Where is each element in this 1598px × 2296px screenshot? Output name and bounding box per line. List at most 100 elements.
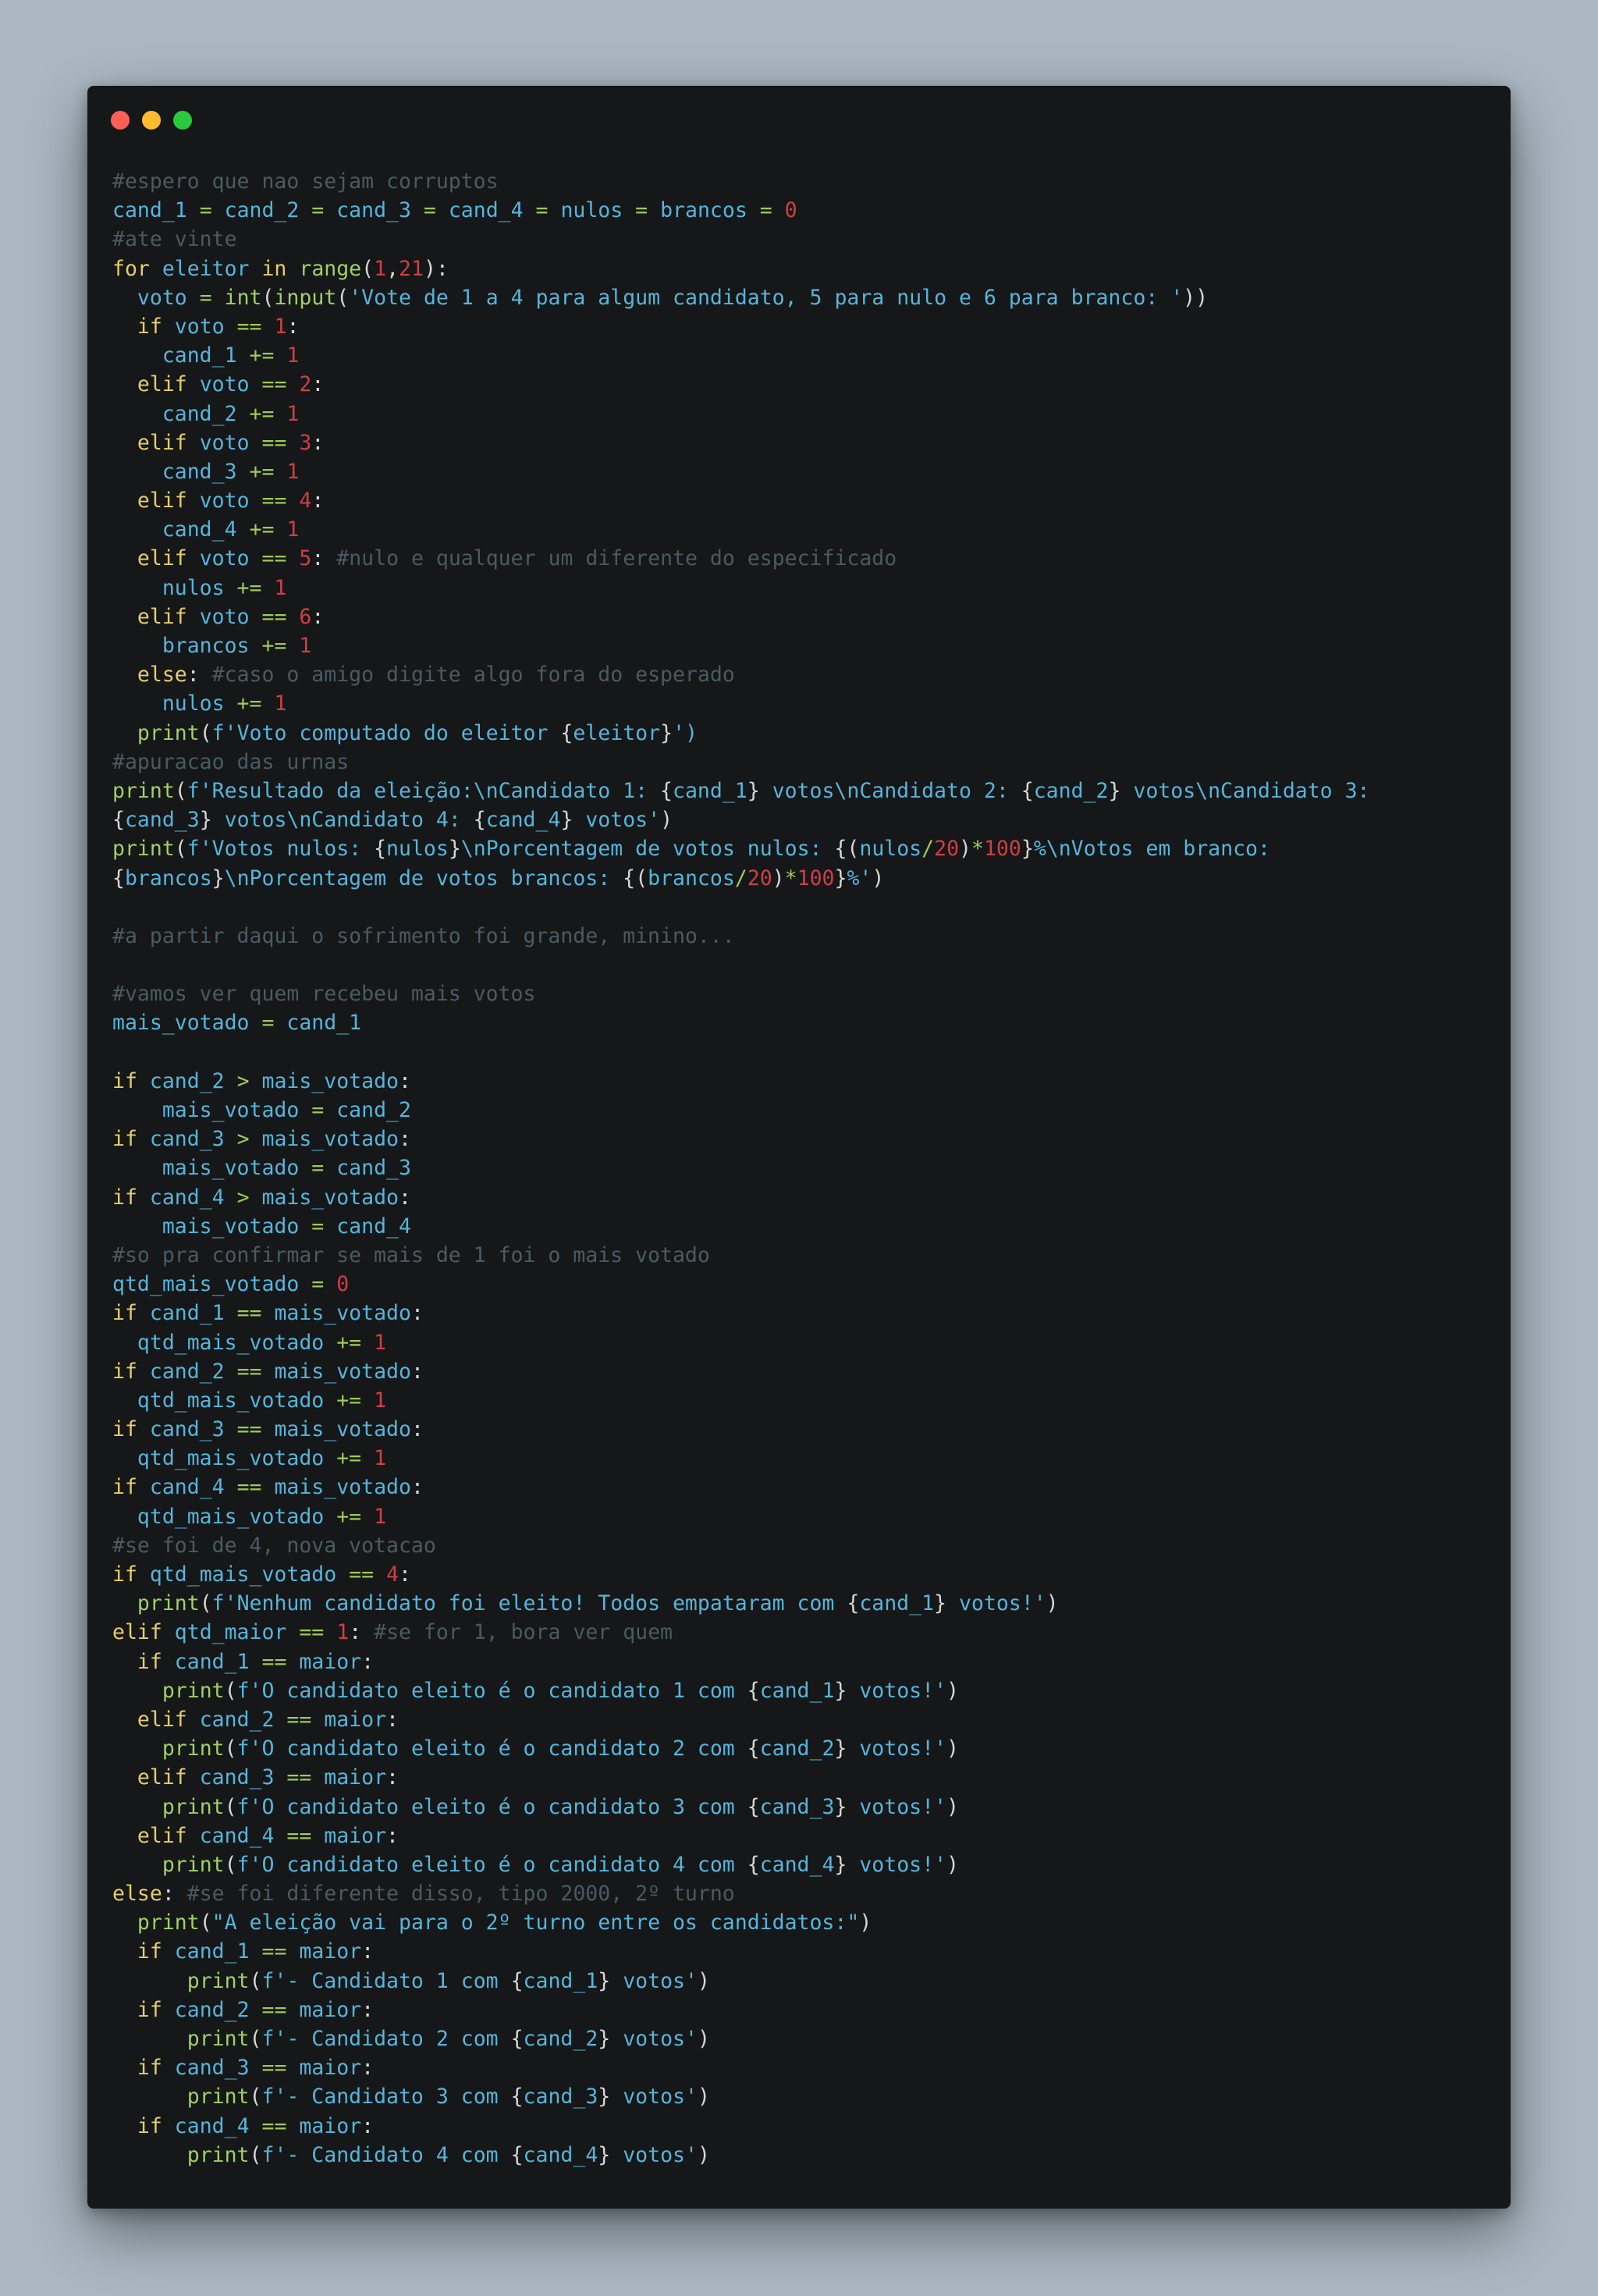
code-token-punctuation: [112, 1591, 137, 1615]
code-token-keyword: for: [112, 256, 150, 281]
code-token-string: votos!': [847, 1852, 947, 1877]
code-token-punctuation: {: [1021, 778, 1034, 803]
code-token-identifier: mais_votado: [249, 1068, 399, 1093]
code-token-punctuation: }: [448, 837, 461, 862]
code-line: cand_3 += 1: [112, 457, 1370, 486]
code-token-operator: *: [784, 865, 797, 890]
code-token-identifier: cand_4: [186, 1823, 287, 1848]
code-token-string: votos\nCandidato 2:: [759, 778, 1021, 803]
code-block: #espero que nao sejam corruptos cand_1 = …: [112, 167, 1370, 2170]
code-token-identifier: cand_1: [162, 1649, 262, 1674]
code-token-punctuation: [112, 1679, 162, 1703]
code-line: elif voto == 2:: [112, 370, 1370, 399]
code-token-identifier: nulos: [112, 575, 237, 600]
code-token-keyword: if: [137, 1997, 162, 2022]
code-token-keyword: elif: [137, 546, 187, 571]
code-token-number: 6: [299, 604, 312, 629]
code-token-punctuation: ): [946, 1678, 959, 1703]
code-token-keyword: if: [112, 1475, 137, 1500]
code-token-punctuation: (: [249, 1968, 262, 1993]
code-line: qtd_mais_votado += 1: [112, 1444, 1370, 1473]
code-token-punctuation: [361, 1331, 374, 1355]
code-token-punctuation: [112, 663, 137, 687]
code-token-punctuation: }: [598, 1968, 611, 1993]
code-line: #ate vinte: [112, 225, 1370, 254]
code-token-punctuation: }: [834, 1852, 847, 1877]
code-token-operator: ==: [261, 604, 287, 629]
zoom-window-button[interactable]: [173, 111, 192, 130]
code-line: print(f'- Candidato 4 com {cand_4} votos…: [112, 2141, 1370, 2170]
code-token-punctuation: }: [1021, 837, 1034, 862]
code-token-operator: ==: [261, 1997, 287, 2022]
code-token-punctuation: [112, 1736, 162, 1761]
code-token-operator: =: [311, 198, 325, 223]
code-token-identifier: cand_3: [137, 1127, 237, 1152]
code-token-string: votos': [610, 2085, 698, 2109]
code-line: print(f'Nenhum candidato foi eleito! Tod…: [112, 1589, 1370, 1618]
code-token-punctuation: (: [199, 1910, 212, 1935]
code-token-punctuation: :: [361, 1997, 375, 2022]
code-token-operator: ==: [236, 1475, 262, 1500]
code-line: if cand_2 == maior:: [112, 1996, 1370, 2024]
code-token-punctuation: ): [772, 865, 785, 890]
code-line: mais_votado = cand_4: [112, 1212, 1370, 1241]
code-token-string: votos': [610, 1968, 698, 1993]
code-token-operator: =: [311, 1272, 325, 1297]
code-token-number: 1: [286, 459, 300, 484]
code-token-keyword: if: [112, 1417, 137, 1442]
code-token-punctuation: :: [386, 1823, 400, 1848]
code-line: if cand_2 == mais_votado:: [112, 1357, 1370, 1386]
code-token-number: 100: [983, 837, 1021, 862]
code-token-number: 1: [374, 1504, 387, 1529]
code-token-number: 5: [299, 546, 312, 571]
code-token-punctuation: [286, 489, 299, 513]
code-token-identifier: cand_2: [137, 1068, 237, 1093]
code-token-punctuation: :: [398, 1127, 411, 1152]
code-token-identifier: mais_votado: [261, 1359, 411, 1384]
code-token-identifier: mais_votado: [112, 1214, 312, 1239]
code-token-function-name: print: [162, 1678, 225, 1703]
close-window-button[interactable]: [111, 111, 130, 130]
code-token-identifier: qtd_mais_votado: [137, 1562, 350, 1587]
code-token-identifier: cand_1: [162, 1939, 262, 1964]
code-line: mais_votado = cand_2: [112, 1096, 1370, 1125]
code-token-identifier: eleitor: [573, 720, 661, 745]
code-token-keyword: if: [137, 2113, 162, 2138]
code-token-identifier: cand_2: [137, 1359, 237, 1384]
code-token-keyword: elif: [137, 1765, 187, 1790]
code-token-number: 0: [336, 1272, 350, 1297]
code-token-keyword: elif: [137, 604, 187, 629]
code-token-operator: >: [236, 1127, 250, 1152]
code-token-punctuation: (: [361, 256, 375, 281]
code-token-identifier: cand_4: [485, 808, 561, 833]
minimize-window-button[interactable]: [142, 111, 161, 130]
code-line: elif voto == 3:: [112, 428, 1370, 457]
code-token-operator: ==: [261, 372, 287, 397]
code-token-punctuation: :: [410, 1417, 424, 1442]
code-token-punctuation: {: [473, 808, 486, 833]
code-token-operator: ==: [261, 546, 287, 571]
code-token-punctuation: :: [361, 1649, 375, 1674]
code-token-punctuation: [324, 1620, 336, 1644]
code-token-string: votos\nCandidato 4:: [211, 808, 474, 833]
code-token-operator: /: [922, 837, 935, 862]
code-token-identifier: cand_1: [112, 198, 200, 223]
code-line: brancos += 1: [112, 631, 1370, 660]
code-token-punctuation: :: [361, 2113, 375, 2138]
code-token-number: 1: [274, 575, 287, 600]
code-token-punctuation: :: [386, 1765, 400, 1790]
code-token-string: votos': [610, 2142, 698, 2167]
code-token-identifier: voto: [112, 285, 200, 310]
code-token-punctuation: [261, 691, 274, 716]
code-line: cand_4 += 1: [112, 515, 1370, 544]
code-token-function-name: range: [299, 256, 362, 281]
code-line: #se foi de 4, nova votacao: [112, 1531, 1370, 1560]
code-token-number: 1: [374, 1446, 387, 1471]
code-token-identifier: cand_2: [162, 1997, 262, 2022]
code-token-identifier: mais_votado: [112, 1156, 312, 1181]
code-line: elif cand_3 == maior:: [112, 1763, 1370, 1792]
code-token-punctuation: :: [410, 1475, 424, 1500]
code-token-punctuation: [112, 2085, 187, 2109]
code-token-punctuation: [361, 1388, 374, 1413]
code-token-punctuation: [112, 315, 137, 339]
